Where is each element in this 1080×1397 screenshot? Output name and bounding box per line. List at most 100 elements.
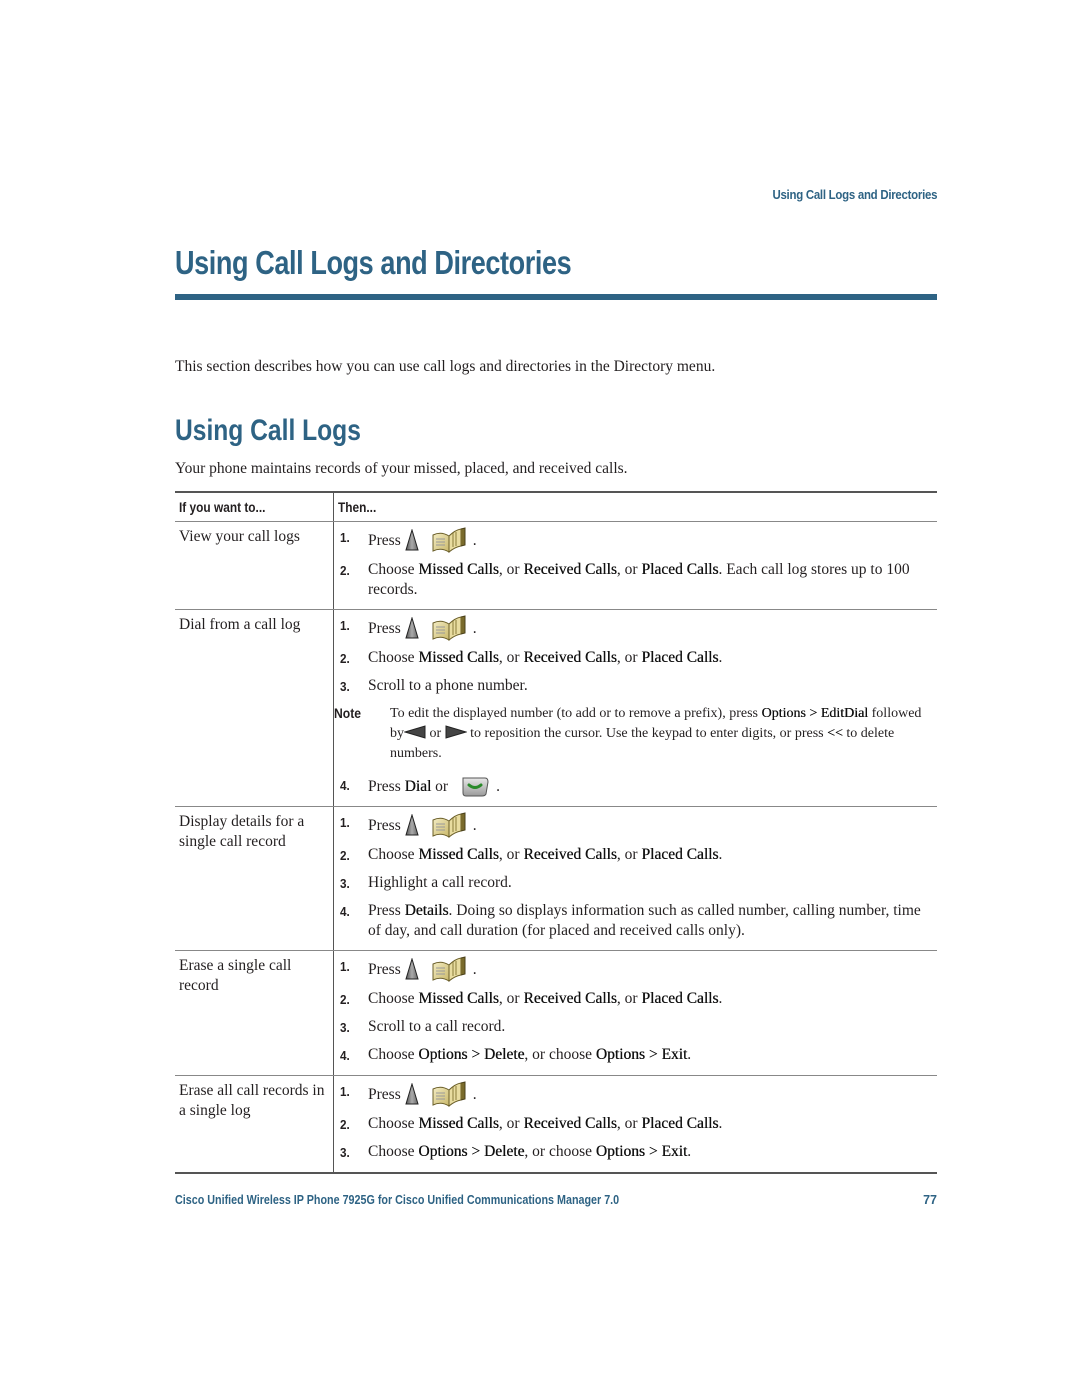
steps-cell: 1. Press. 2. Choose Missed Calls, or Rec… [333, 609, 937, 807]
emphasis-text: Options > Delete [418, 1143, 525, 1160]
table-row: Display details for a single call record… [175, 806, 937, 951]
step-text: Choose [368, 561, 419, 578]
steps-cell: 1. Press. 2. Choose Missed Calls, or Rec… [333, 950, 937, 1076]
step-text: . [718, 990, 723, 1007]
step-text: , or [498, 561, 524, 578]
emphasis-text: Details [404, 902, 449, 919]
step: 4. Press Details. Doing so displays info… [340, 901, 933, 941]
nav-up-icon [405, 617, 419, 639]
emphasis-text: Placed Calls [641, 990, 719, 1007]
step-text: , or [498, 1115, 524, 1132]
step: 2. Choose Missed Calls, or Received Call… [340, 560, 933, 600]
step: 1. Press. [340, 527, 933, 553]
emphasis-text: Placed Calls [641, 1115, 719, 1132]
step-text: Choose [368, 990, 419, 1007]
right-arrow-icon [445, 725, 467, 739]
nav-up-icon [405, 529, 419, 551]
step-text: . [496, 778, 500, 795]
step: 3. Highlight a call record. [340, 873, 933, 894]
emphasis-text: << [827, 726, 843, 741]
emphasis-text: Options > Exit [595, 1143, 688, 1160]
emphasis-text: Options > EditDial [761, 706, 869, 721]
emphasis-text: Received Calls [523, 990, 617, 1007]
call-button-icon [460, 775, 490, 797]
step-text: , or choose [524, 1143, 596, 1160]
step: 3. Scroll to a phone number. [340, 676, 933, 697]
step-number: 1. [340, 618, 350, 633]
step-number: 4. [340, 778, 350, 793]
step-text: to reposition the cursor. Use the keypad… [466, 726, 828, 741]
step-text: . [718, 1115, 723, 1132]
step-number: 2. [340, 563, 350, 578]
section-title: Using Call Logs [175, 414, 361, 447]
step-text: Choose [368, 1115, 419, 1132]
step-text: , or [616, 846, 642, 863]
step-text: , or [616, 1115, 642, 1132]
page-number: 77 [923, 1193, 937, 1207]
left-arrow-icon [404, 725, 426, 739]
emphasis-text: Placed Calls [641, 561, 719, 578]
step: 2. Choose Missed Calls, or Received Call… [340, 1114, 933, 1135]
note: Note To edit the displayed number (to ad… [334, 704, 933, 764]
emphasis-text: Dial [404, 778, 432, 795]
step-number: 3. [340, 876, 350, 891]
emphasis-text: Options > Exit [595, 1046, 688, 1063]
step: 1. Press. [340, 956, 933, 982]
emphasis-text: Received Calls [523, 846, 617, 863]
emphasis-text: Received Calls [523, 649, 617, 666]
step-text: Scroll to a call record. [368, 1018, 506, 1035]
step: 1. Press. [340, 812, 933, 838]
step-text: . [472, 1086, 477, 1103]
step-text: , or [616, 649, 642, 666]
task-cell: Display details for a single call record [175, 806, 334, 951]
directory-book-icon [431, 1081, 467, 1107]
step-text: . [687, 1143, 692, 1160]
step: 3. Choose Options > Delete, or choose Op… [340, 1142, 933, 1163]
table-row: Erase a single call record 1. Press. 2. … [175, 950, 937, 1076]
section-intro: Your phone maintains records of your mis… [175, 460, 628, 477]
directory-book-icon [431, 615, 467, 641]
step-number: 1. [340, 530, 350, 545]
emphasis-text: Missed Calls [418, 990, 499, 1007]
step: 4. Press Dial or. [340, 775, 933, 797]
step-text: , or [498, 990, 524, 1007]
task-table: If you want to... Then... View your call… [175, 491, 937, 1174]
step-text: , or choose [524, 1046, 596, 1063]
step-text: . [718, 649, 723, 666]
step-text: , or [616, 990, 642, 1007]
step: 1. Press. [340, 615, 933, 641]
step-text: . Doing so displays information such as … [368, 902, 921, 939]
emphasis-text: Missed Calls [418, 561, 499, 578]
step-text: Scroll to a phone number. [368, 677, 528, 694]
step: 1. Press. [340, 1081, 933, 1107]
step-text: , or [498, 846, 524, 863]
step-text: Choose [368, 846, 419, 863]
note-label: Note [334, 706, 361, 721]
nav-up-icon [405, 814, 419, 836]
steps-cell: 1. Press. 2. Choose Missed Calls, or Rec… [333, 806, 937, 951]
chapter-title: Using Call Logs and Directories [175, 244, 572, 281]
header-then: Then... [333, 491, 937, 522]
step-number: 1. [340, 959, 350, 974]
step: 2. Choose Missed Calls, or Received Call… [340, 648, 933, 669]
step-text: Highlight a call record. [368, 874, 512, 891]
steps-cell: 1. Press. 2. Choose Missed Calls, or Rec… [333, 521, 937, 610]
intro-paragraph: This section describes how you can use c… [175, 358, 716, 375]
emphasis-text: Placed Calls [641, 649, 719, 666]
step-number: 2. [340, 992, 350, 1007]
step-number: 2. [340, 651, 350, 666]
step-text: . [718, 846, 723, 863]
emphasis-text: Missed Calls [418, 846, 499, 863]
emphasis-text: Received Calls [523, 561, 617, 578]
step-number: 3. [340, 1145, 350, 1160]
step-text: Press [368, 817, 401, 834]
task-cell: Erase a single call record [175, 950, 334, 1076]
emphasis-text: Options > Delete [418, 1046, 525, 1063]
step-text: To edit the displayed number (to add or … [390, 706, 762, 721]
step-text: Press [368, 778, 405, 795]
table-row: Dial from a call log 1. Press. 2. Choose… [175, 609, 937, 807]
table-row: Erase all call records in a single log 1… [175, 1075, 937, 1174]
step-text: , or [616, 561, 642, 578]
step-text: Choose [368, 1143, 419, 1160]
step-number: 1. [340, 815, 350, 830]
